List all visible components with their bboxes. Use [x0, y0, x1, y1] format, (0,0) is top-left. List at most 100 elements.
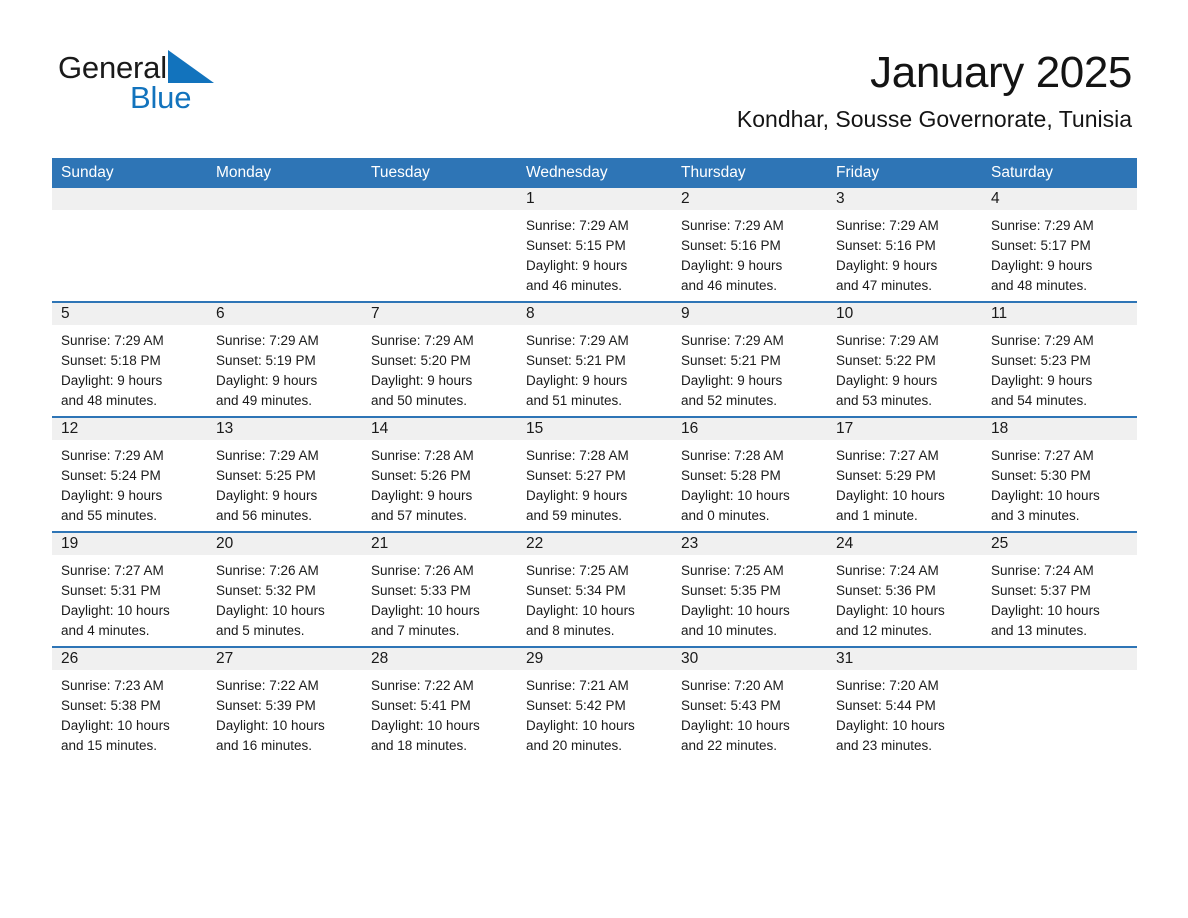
daylight-text-line1: Daylight: 9 hours [526, 488, 628, 503]
logo-blue-text: Blue [130, 80, 192, 115]
sunrise-text: Sunrise: 7:29 AM [836, 333, 939, 348]
day-cell[interactable]: 28 Sunrise: 7:22 AM Sunset: 5:41 PM Dayligh… [362, 646, 517, 761]
day-number: 13 [207, 418, 362, 440]
day-cell[interactable]: 11 Sunrise: 7:29 AM Sunset: 5:23 PM Dayligh… [982, 301, 1137, 417]
sunrise-text: Sunrise: 7:29 AM [216, 448, 319, 463]
day-details: Sunrise: 7:22 AM Sunset: 5:39 PM Daylight:… [207, 670, 362, 756]
day-cell[interactable]: 14 Sunrise: 7:28 AM Sunset: 5:26 PM Dayligh… [362, 416, 517, 532]
day-cell[interactable]: 25 Sunrise: 7:24 AM Sunset: 5:37 PM Dayligh… [982, 531, 1137, 647]
sunrise-text: Sunrise: 7:22 AM [216, 678, 319, 693]
day-cell[interactable]: 21 Sunrise: 7:26 AM Sunset: 5:33 PM Dayligh… [362, 531, 517, 647]
day-cell[interactable]: 16 Sunrise: 7:28 AM Sunset: 5:28 PM Dayligh… [672, 416, 827, 532]
daylight-text-line1: Daylight: 10 hours [371, 603, 480, 618]
daylight-text-line1: Daylight: 9 hours [681, 373, 783, 388]
weekday-header: Sunday Monday Tuesday Wednesday Thursday… [52, 158, 1137, 188]
day-cell-empty [362, 188, 517, 302]
sunrise-text: Sunrise: 7:29 AM [61, 448, 164, 463]
day-cell[interactable]: 18 Sunrise: 7:27 AM Sunset: 5:30 PM Dayligh… [982, 416, 1137, 532]
day-details: Sunrise: 7:25 AM Sunset: 5:34 PM Daylight:… [517, 555, 672, 641]
sunset-text: Sunset: 5:27 PM [526, 468, 626, 483]
day-cell[interactable]: 3 Sunrise: 7:29 AM Sunset: 5:16 PM Daylight… [827, 188, 982, 302]
day-cell[interactable]: 17 Sunrise: 7:27 AM Sunset: 5:29 PM Dayligh… [827, 416, 982, 532]
daylight-text-line2: and 54 minutes. [991, 393, 1088, 408]
calendar-page: General Blue January 2025 Kondhar, Souss… [0, 0, 1188, 918]
calendar-week-row: 1 Sunrise: 7:29 AM Sunset: 5:15 PM Daylight… [52, 188, 1137, 302]
day-number: 28 [362, 648, 517, 670]
day-number: 2 [672, 188, 827, 210]
day-cell[interactable]: 22 Sunrise: 7:25 AM Sunset: 5:34 PM Dayligh… [517, 531, 672, 647]
day-cell[interactable]: 10 Sunrise: 7:29 AM Sunset: 5:22 PM Dayligh… [827, 301, 982, 417]
day-number: 1 [517, 188, 672, 210]
sunrise-text: Sunrise: 7:28 AM [681, 448, 784, 463]
sunrise-text: Sunrise: 7:23 AM [61, 678, 164, 693]
daylight-text-line2: and 51 minutes. [526, 393, 623, 408]
day-number: 10 [827, 303, 982, 325]
sunset-text: Sunset: 5:33 PM [371, 583, 471, 598]
daylight-text-line1: Daylight: 10 hours [681, 603, 790, 618]
day-cell[interactable]: 4 Sunrise: 7:29 AM Sunset: 5:17 PM Daylight… [982, 188, 1137, 302]
day-cell[interactable]: 13 Sunrise: 7:29 AM Sunset: 5:25 PM Dayligh… [207, 416, 362, 532]
day-number: 17 [827, 418, 982, 440]
day-details: Sunrise: 7:27 AM Sunset: 5:29 PM Daylight:… [827, 440, 982, 526]
sunset-text: Sunset: 5:16 PM [681, 238, 781, 253]
day-number: 23 [672, 533, 827, 555]
sunrise-text: Sunrise: 7:29 AM [681, 333, 784, 348]
daylight-text-line2: and 15 minutes. [61, 738, 158, 753]
daylight-text-line2: and 23 minutes. [836, 738, 933, 753]
day-details: Sunrise: 7:29 AM Sunset: 5:19 PM Daylight:… [207, 325, 362, 411]
day-cell[interactable]: 1 Sunrise: 7:29 AM Sunset: 5:15 PM Daylight… [517, 188, 672, 302]
day-cell[interactable]: 19 Sunrise: 7:27 AM Sunset: 5:31 PM Dayligh… [52, 531, 207, 647]
sunrise-text: Sunrise: 7:29 AM [991, 218, 1094, 233]
day-details: Sunrise: 7:29 AM Sunset: 5:23 PM Daylight:… [982, 325, 1137, 411]
day-cell[interactable]: 29 Sunrise: 7:21 AM Sunset: 5:42 PM Dayligh… [517, 646, 672, 761]
day-cell[interactable]: 8 Sunrise: 7:29 AM Sunset: 5:21 PM Daylight… [517, 301, 672, 417]
daylight-text-line2: and 53 minutes. [836, 393, 933, 408]
day-details: Sunrise: 7:20 AM Sunset: 5:43 PM Daylight:… [672, 670, 827, 756]
weekday-thursday: Thursday [672, 158, 827, 188]
day-cell[interactable]: 2 Sunrise: 7:29 AM Sunset: 5:16 PM Daylight… [672, 188, 827, 302]
daylight-text-line1: Daylight: 10 hours [836, 488, 945, 503]
sunset-text: Sunset: 5:21 PM [526, 353, 626, 368]
sunrise-text: Sunrise: 7:25 AM [681, 563, 784, 578]
day-number: 31 [827, 648, 982, 670]
day-cell-empty [52, 188, 207, 302]
day-details: Sunrise: 7:28 AM Sunset: 5:28 PM Daylight:… [672, 440, 827, 526]
day-number: 6 [207, 303, 362, 325]
daylight-text-line2: and 3 minutes. [991, 508, 1080, 523]
day-cell[interactable]: 26 Sunrise: 7:23 AM Sunset: 5:38 PM Dayligh… [52, 646, 207, 761]
sunrise-text: Sunrise: 7:20 AM [836, 678, 939, 693]
day-number: 20 [207, 533, 362, 555]
day-cell[interactable]: 5 Sunrise: 7:29 AM Sunset: 5:18 PM Daylight… [52, 301, 207, 417]
sunset-text: Sunset: 5:20 PM [371, 353, 471, 368]
daylight-text-line1: Daylight: 9 hours [61, 373, 163, 388]
day-details: Sunrise: 7:27 AM Sunset: 5:31 PM Daylight:… [52, 555, 207, 641]
day-cell[interactable]: 12 Sunrise: 7:29 AM Sunset: 5:24 PM Dayligh… [52, 416, 207, 532]
day-cell[interactable]: 23 Sunrise: 7:25 AM Sunset: 5:35 PM Dayligh… [672, 531, 827, 647]
daylight-text-line1: Daylight: 9 hours [526, 258, 628, 273]
day-number: 15 [517, 418, 672, 440]
day-cell[interactable]: 9 Sunrise: 7:29 AM Sunset: 5:21 PM Daylight… [672, 301, 827, 417]
sunrise-text: Sunrise: 7:29 AM [681, 218, 784, 233]
sunset-text: Sunset: 5:30 PM [991, 468, 1091, 483]
sunset-text: Sunset: 5:22 PM [836, 353, 936, 368]
day-cell[interactable]: 31 Sunrise: 7:20 AM Sunset: 5:44 PM Dayligh… [827, 646, 982, 761]
day-details: Sunrise: 7:20 AM Sunset: 5:44 PM Daylight:… [827, 670, 982, 756]
daylight-text-line1: Daylight: 9 hours [371, 373, 473, 388]
daylight-text-line1: Daylight: 9 hours [526, 373, 628, 388]
general-blue-logo[interactable]: General Blue [58, 50, 214, 114]
daylight-text-line1: Daylight: 10 hours [991, 488, 1100, 503]
daylight-text-line2: and 48 minutes. [61, 393, 158, 408]
day-cell[interactable]: 24 Sunrise: 7:24 AM Sunset: 5:36 PM Dayligh… [827, 531, 982, 647]
day-cell[interactable]: 20 Sunrise: 7:26 AM Sunset: 5:32 PM Dayligh… [207, 531, 362, 647]
day-cell[interactable]: 6 Sunrise: 7:29 AM Sunset: 5:19 PM Daylight… [207, 301, 362, 417]
daylight-text-line2: and 12 minutes. [836, 623, 933, 638]
day-cell[interactable]: 30 Sunrise: 7:20 AM Sunset: 5:43 PM Dayligh… [672, 646, 827, 761]
day-details: Sunrise: 7:29 AM Sunset: 5:25 PM Daylight:… [207, 440, 362, 526]
day-cell[interactable]: 27 Sunrise: 7:22 AM Sunset: 5:39 PM Dayligh… [207, 646, 362, 761]
day-number: 22 [517, 533, 672, 555]
sunset-text: Sunset: 5:19 PM [216, 353, 316, 368]
day-cell[interactable]: 7 Sunrise: 7:29 AM Sunset: 5:20 PM Daylight… [362, 301, 517, 417]
day-cell[interactable]: 15 Sunrise: 7:28 AM Sunset: 5:27 PM Dayligh… [517, 416, 672, 532]
daylight-text-line1: Daylight: 9 hours [681, 258, 783, 273]
daylight-text-line1: Daylight: 9 hours [836, 373, 938, 388]
